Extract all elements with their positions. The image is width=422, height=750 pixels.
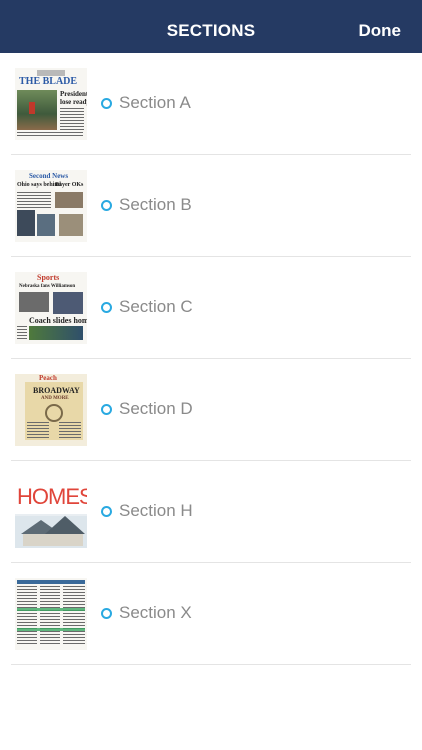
section-label: Section X	[119, 603, 192, 622]
unselected-radio-icon	[101, 506, 112, 517]
section-row-b[interactable]: Second News Ohio says behind Bayer OKs S…	[11, 155, 411, 257]
section-row-h[interactable]: HOMES Section H	[11, 461, 411, 563]
section-label: Section C	[119, 297, 193, 316]
section-label: Section H	[119, 501, 193, 520]
sports-thumbnail: Sports Nebraska fans Williamson Coach sl…	[15, 272, 87, 344]
peach-thumbnail: Peach BROADWAY AND MORE	[15, 374, 87, 446]
unselected-radio-icon	[101, 98, 112, 109]
sections-list: THE BLADE President lose ready Section A…	[0, 53, 422, 665]
section-row-d[interactable]: Peach BROADWAY AND MORE Section D	[11, 359, 411, 461]
front-page-thumbnail: THE BLADE President lose ready	[15, 68, 87, 140]
section-label: Section B	[119, 195, 192, 214]
section-row-a[interactable]: THE BLADE President lose ready Section A	[11, 53, 411, 155]
unselected-radio-icon	[101, 404, 112, 415]
second-news-thumbnail: Second News Ohio says behind Bayer OKs	[15, 170, 87, 242]
section-row-x[interactable]: Section X	[11, 563, 411, 665]
unselected-radio-icon	[101, 608, 112, 619]
section-label: Section D	[119, 399, 193, 418]
classifieds-thumbnail	[15, 578, 87, 650]
unselected-radio-icon	[101, 200, 112, 211]
section-row-c[interactable]: Sports Nebraska fans Williamson Coach sl…	[11, 257, 411, 359]
unselected-radio-icon	[101, 302, 112, 313]
done-button[interactable]: Done	[359, 0, 402, 53]
homes-thumbnail: HOMES	[15, 476, 87, 548]
navigation-bar: SECTIONS Done	[0, 0, 422, 53]
section-label: Section A	[119, 93, 191, 112]
